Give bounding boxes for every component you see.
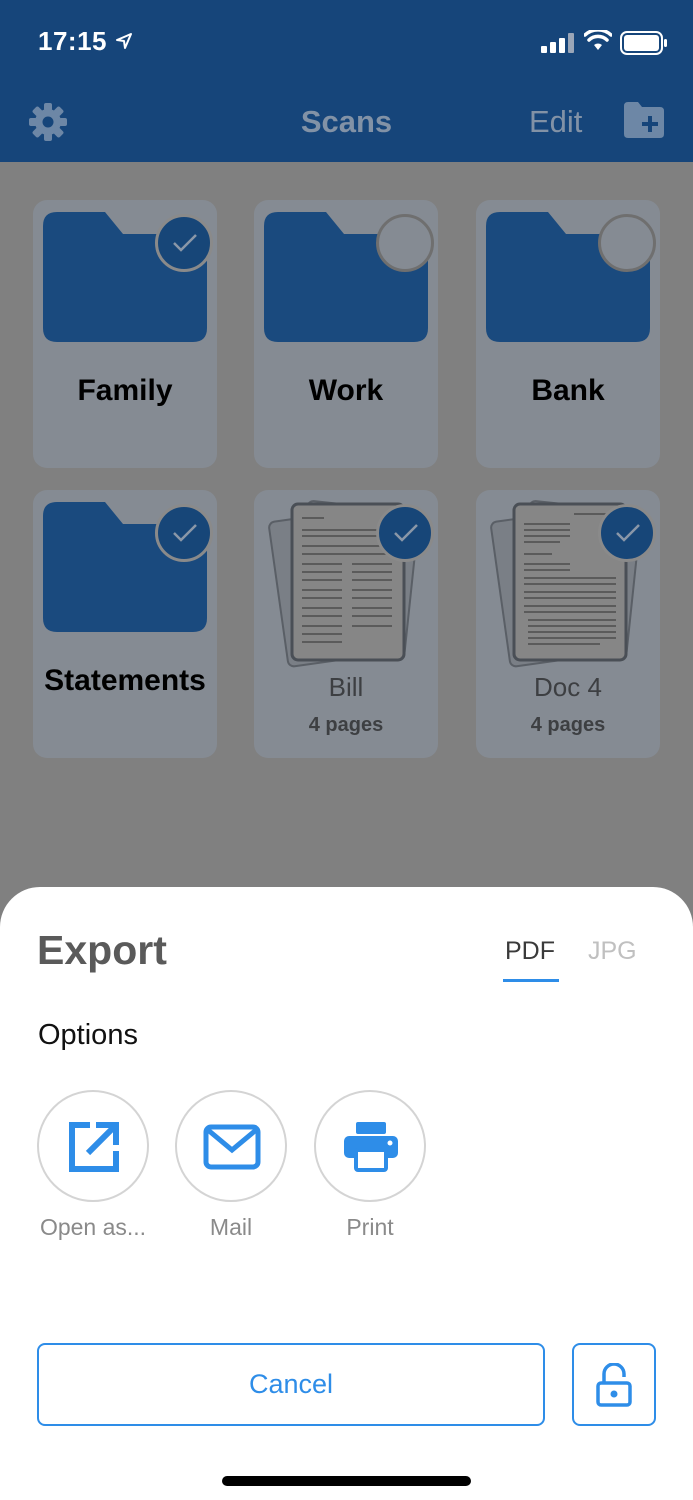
open-external-icon xyxy=(69,1122,119,1172)
document-label: Bill xyxy=(328,672,364,702)
tab-pdf[interactable]: PDF xyxy=(505,937,555,966)
unselected-circle-icon[interactable] xyxy=(376,214,434,272)
wifi-icon xyxy=(584,30,612,50)
document-card-doc-4[interactable]: Doc 4 4 pages xyxy=(476,490,660,758)
page-count: 4 pages xyxy=(308,714,384,736)
location-arrow-icon xyxy=(116,33,132,49)
scans-grid: Family Work Bank Statements Bill 4 pages… xyxy=(0,162,693,902)
lock-button[interactable] xyxy=(572,1343,656,1426)
battery-icon xyxy=(620,31,667,55)
mail-button[interactable] xyxy=(175,1090,287,1202)
selected-check-icon[interactable] xyxy=(598,504,656,562)
selected-check-icon[interactable] xyxy=(376,504,434,562)
option-label: Mail xyxy=(209,1214,253,1240)
folder-label: Statements xyxy=(44,664,206,697)
sheet-title: Export xyxy=(37,927,167,973)
folder-card-family[interactable]: Family xyxy=(33,200,217,468)
selected-check-icon[interactable] xyxy=(155,504,213,562)
unlocked-padlock-icon xyxy=(596,1363,632,1407)
mail-option[interactable]: Mail xyxy=(175,1090,287,1242)
top-bar: 17:15 Scans Edit xyxy=(0,0,693,162)
document-card-bill[interactable]: Bill 4 pages xyxy=(254,490,438,758)
unselected-circle-icon[interactable] xyxy=(598,214,656,272)
tab-jpg[interactable]: JPG xyxy=(588,937,637,966)
folder-card-bank[interactable]: Bank xyxy=(476,200,660,468)
folder-label: Bank xyxy=(531,374,605,407)
print-option[interactable]: Print xyxy=(314,1090,426,1242)
edit-button[interactable]: Edit xyxy=(529,104,582,140)
document-label: Doc 4 xyxy=(534,672,602,702)
option-label: Open as... xyxy=(39,1214,147,1240)
home-indicator xyxy=(222,1476,471,1486)
open-as-option[interactable]: Open as... xyxy=(37,1090,149,1242)
page-title: Scans xyxy=(300,104,393,139)
folder-card-work[interactable]: Work xyxy=(254,200,438,468)
print-icon xyxy=(344,1122,398,1172)
cancel-button[interactable]: Cancel xyxy=(37,1343,545,1426)
status-time: 17:15 xyxy=(38,26,107,56)
folder-label: Work xyxy=(308,374,384,407)
new-folder-icon[interactable] xyxy=(624,102,664,138)
selected-check-icon[interactable] xyxy=(155,214,213,272)
folder-label: Family xyxy=(77,374,173,407)
status-bar: 17:15 xyxy=(0,0,693,80)
folder-card-statements[interactable]: Statements xyxy=(33,490,217,758)
open-as-button[interactable] xyxy=(37,1090,149,1202)
active-tab-indicator xyxy=(503,979,559,982)
navigation-bar: Scans Edit xyxy=(0,80,693,162)
cellular-signal-icon xyxy=(541,33,574,53)
print-button[interactable] xyxy=(314,1090,426,1202)
option-label: Print xyxy=(346,1214,394,1240)
options-heading: Options xyxy=(38,1019,138,1051)
page-count: 4 pages xyxy=(530,714,606,736)
export-sheet: Export PDF JPG Options Open as... Mail P… xyxy=(0,887,693,1500)
mail-icon xyxy=(203,1124,261,1170)
